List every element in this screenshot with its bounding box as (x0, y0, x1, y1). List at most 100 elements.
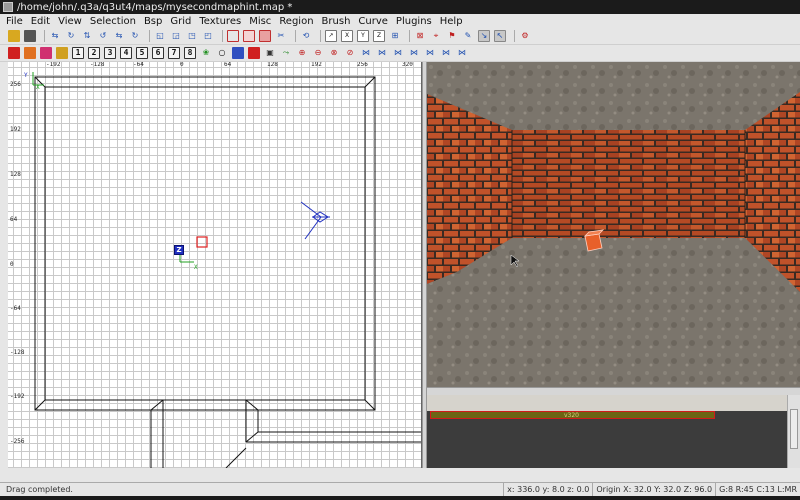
grid-1-button[interactable]: 1 (72, 47, 84, 59)
menu-help[interactable]: Help (440, 16, 463, 27)
redisperse-icon[interactable]: ⋈ (408, 47, 420, 59)
thicken-icon[interactable]: ⋈ (392, 47, 404, 59)
plugin-icon[interactable]: ⚙ (519, 30, 531, 42)
toolbar-separator (295, 30, 296, 42)
texture-orange-icon[interactable] (24, 47, 36, 59)
weld-icon[interactable]: ⊗ (328, 47, 340, 59)
bend-icon[interactable]: ⤳ (280, 47, 292, 59)
texture-browser[interactable]: v320 (427, 395, 787, 468)
menu-plugins[interactable]: Plugins (396, 16, 432, 27)
camera-preview-icon[interactable]: ⌖ (430, 30, 442, 42)
menu-region[interactable]: Region (279, 16, 313, 27)
corridor-line (245, 399, 259, 411)
texture-gold-icon[interactable] (56, 47, 68, 59)
floor (427, 238, 800, 387)
flip-x-icon[interactable]: ⇆ (49, 30, 61, 42)
z-marker[interactable]: Z (174, 245, 184, 255)
entity-view-icon[interactable]: ⚑ (446, 30, 458, 42)
grid-5-button[interactable]: 5 (136, 47, 148, 59)
delete-icon[interactable]: ⊖ (312, 47, 324, 59)
view-y-icon[interactable]: Y (357, 30, 369, 42)
texture-tile-selected[interactable]: v320 (430, 411, 715, 419)
csg-merge-icon[interactable] (243, 30, 255, 42)
cube-clip-icon[interactable]: ⊠ (414, 30, 426, 42)
texture-red-icon[interactable] (8, 47, 20, 59)
rotate-x-icon[interactable]: ↻ (65, 30, 77, 42)
rotate-y-icon[interactable]: ↺ (97, 30, 109, 42)
grid-2-button[interactable]: 2 (88, 47, 100, 59)
left-gutter (0, 62, 8, 468)
x-tick: 64 (224, 62, 232, 68)
status-bar: Drag completed. x: 336.0 y: 8.0 z: 0.0 O… (0, 482, 800, 496)
corridor-line (150, 399, 164, 411)
grid-8-button[interactable]: 8 (184, 47, 196, 59)
x-tick: -192 (46, 62, 61, 68)
menu-brush[interactable]: Brush (322, 16, 351, 27)
camera-3d-view[interactable] (427, 62, 800, 387)
toolbar-separator (514, 30, 515, 42)
horizontal-splitter[interactable] (427, 387, 800, 395)
leaf-icon[interactable]: ❀ (200, 47, 212, 59)
flip-z-icon[interactable]: ⇆ (113, 30, 125, 42)
change-views-icon[interactable]: ⟲ (300, 30, 312, 42)
select-partial-tall-icon[interactable]: ◳ (186, 30, 198, 42)
save-icon[interactable] (24, 30, 36, 42)
grid-7-button[interactable]: 7 (168, 47, 180, 59)
grid-6-button[interactable]: 6 (152, 47, 164, 59)
texture-scrollbar-thumb[interactable] (790, 409, 798, 449)
menu-misc[interactable]: Misc (249, 16, 271, 27)
toolbar-separator (44, 30, 45, 42)
menu-bsp[interactable]: Bsp (144, 16, 162, 27)
select-complete-tall-icon[interactable]: ◱ (154, 30, 166, 42)
grid-4-button[interactable]: 4 (120, 47, 132, 59)
view-front-icon[interactable]: ↗ (325, 30, 337, 42)
menu-curve[interactable]: Curve (358, 16, 388, 27)
menu-textures[interactable]: Textures (199, 16, 241, 27)
invert-icon[interactable]: ⋈ (376, 47, 388, 59)
show-bounds-icon[interactable]: ⋈ (456, 47, 468, 59)
texture-pink-icon[interactable] (40, 47, 52, 59)
patch-blue-icon[interactable] (232, 47, 244, 59)
axis-y-label: Y (24, 72, 28, 79)
camera-icon[interactable]: ▣ (264, 47, 276, 59)
cap-icon[interactable]: ⋈ (360, 47, 372, 59)
scale-tool-icon[interactable]: ↘ (478, 30, 490, 42)
drill-icon[interactable]: ⊘ (344, 47, 356, 59)
corridor-line (245, 431, 259, 443)
view-x-icon[interactable]: X (341, 30, 353, 42)
texture-tile-label: v320 (564, 412, 580, 419)
rotate-z-icon[interactable]: ↻ (129, 30, 141, 42)
toolbar-separator (409, 30, 410, 42)
axis-x-label: X (36, 84, 40, 91)
patch-red-icon[interactable] (248, 47, 260, 59)
menu-selection[interactable]: Selection (90, 16, 136, 27)
select-touching-icon[interactable]: ◲ (170, 30, 182, 42)
cycle-cap-icon[interactable]: ⋈ (440, 47, 452, 59)
select-inside-icon[interactable]: ◰ (202, 30, 214, 42)
menu-file[interactable]: File (6, 16, 23, 27)
menu-view[interactable]: View (58, 16, 82, 27)
xy-grid-view[interactable]: Z Y X X -192 -128 -64 0 64 128 192 256 3… (8, 62, 422, 468)
grid-3-button[interactable]: 3 (104, 47, 116, 59)
camera-line (300, 201, 322, 218)
menu-grid[interactable]: Grid (170, 16, 191, 27)
hollow-icon[interactable] (259, 30, 271, 42)
status-grid: G:8 R:45 C:13 L:MR (715, 483, 800, 496)
y-tick: -256 (10, 438, 25, 445)
x-tick: 256 (357, 62, 368, 68)
corner-line (364, 76, 376, 88)
status-origin: Origin X: 32.0 Y: 32.0 Z: 96.0 (592, 483, 715, 496)
clipper-icon[interactable]: ✂ (275, 30, 287, 42)
open-icon[interactable] (8, 30, 20, 42)
circle-icon[interactable]: ○ (216, 47, 228, 59)
menu-edit[interactable]: Edit (31, 16, 50, 27)
csg-subtract-icon[interactable] (227, 30, 239, 42)
insert-icon[interactable]: ⊕ (296, 47, 308, 59)
rotate-tool-icon[interactable]: ↖ (494, 30, 506, 42)
texture-lock-icon[interactable]: ⊞ (389, 30, 401, 42)
view-z-icon[interactable]: Z (373, 30, 385, 42)
patch-mode-icon[interactable]: ✎ (462, 30, 474, 42)
flip-y-icon[interactable]: ⇅ (81, 30, 93, 42)
matrix-transpose-icon[interactable]: ⋈ (424, 47, 436, 59)
texture-scrollbar[interactable] (787, 395, 800, 468)
